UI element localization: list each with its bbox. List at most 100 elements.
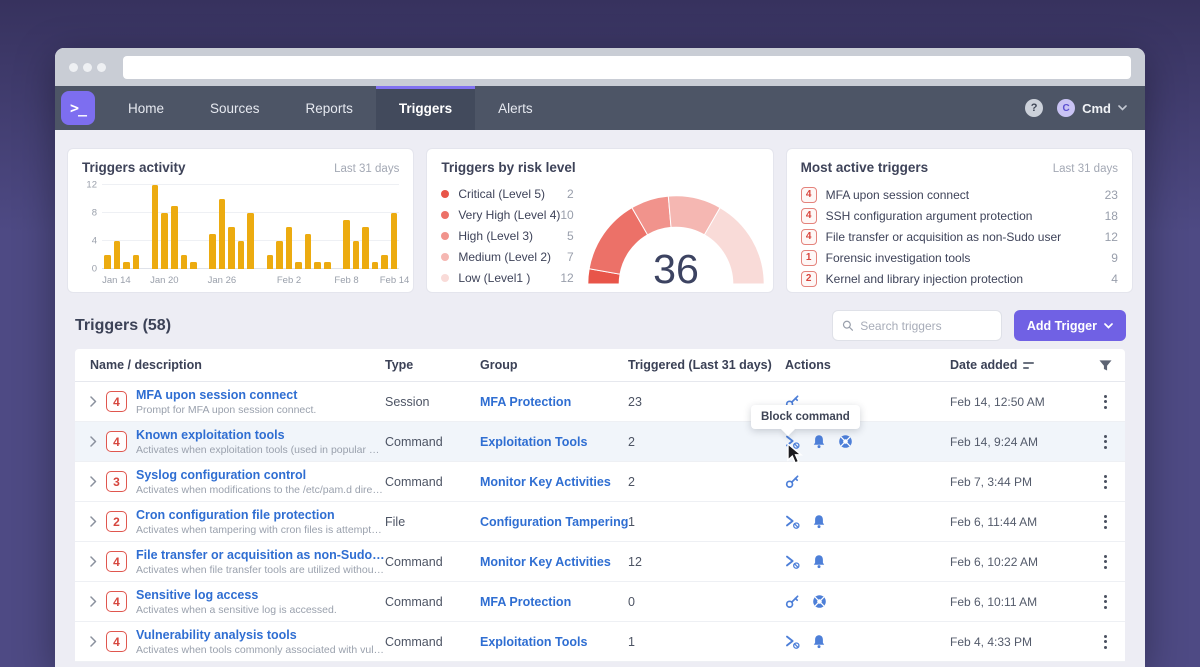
- row-menu-button[interactable]: [1098, 551, 1113, 573]
- search-input[interactable]: [860, 319, 992, 333]
- risk-level-badge: 4: [106, 631, 127, 652]
- row-menu-button[interactable]: [1098, 391, 1113, 413]
- window-control-icon[interactable]: [69, 63, 78, 72]
- nav-item-alerts[interactable]: Alerts: [475, 86, 556, 130]
- row-menu-button[interactable]: [1098, 471, 1113, 493]
- row-expand-chevron-icon[interactable]: [90, 556, 97, 567]
- trigger-name-link[interactable]: MFA upon session connect: [136, 388, 316, 402]
- row-menu-button[interactable]: [1098, 511, 1113, 533]
- nav-item-triggers[interactable]: Triggers: [376, 86, 475, 130]
- app-logo-terminal-icon[interactable]: >_: [61, 91, 95, 125]
- nav-item-reports[interactable]: Reports: [283, 86, 376, 130]
- table-row[interactable]: 4Known exploitation toolsActivates when …: [75, 422, 1125, 462]
- legend-count: 5: [567, 229, 578, 243]
- column-header-group[interactable]: Group: [480, 358, 628, 372]
- lifebuoy-icon[interactable]: [812, 594, 827, 609]
- trigger-group-link[interactable]: Exploitation Tools: [480, 635, 628, 649]
- actions-cell: [785, 514, 950, 529]
- row-expand-chevron-icon[interactable]: [90, 436, 97, 447]
- block-command-icon[interactable]: [785, 554, 800, 569]
- search-icon: [842, 319, 853, 332]
- column-header-date-added[interactable]: Date added: [950, 358, 1085, 372]
- add-trigger-button[interactable]: Add Trigger: [1014, 310, 1126, 341]
- trigger-description: Activates when file transfer tools are u…: [136, 564, 385, 576]
- column-header-triggered[interactable]: Triggered (Last 31 days): [628, 358, 785, 372]
- lifebuoy-icon[interactable]: [838, 434, 853, 449]
- table-row[interactable]: 4Sensitive log accessActivates when a se…: [75, 582, 1125, 622]
- browser-window: >_ HomeSourcesReportsTriggersAlerts ? C …: [55, 48, 1145, 667]
- bell-icon[interactable]: [812, 434, 826, 449]
- table-row[interactable]: 3Syslog configuration controlActivates w…: [75, 462, 1125, 502]
- window-control-icon[interactable]: [83, 63, 92, 72]
- bell-icon[interactable]: [812, 554, 826, 569]
- user-name: Cmd: [1082, 101, 1111, 116]
- trigger-group-link[interactable]: MFA Protection: [480, 395, 628, 409]
- help-icon[interactable]: ?: [1025, 99, 1043, 117]
- row-expand-chevron-icon[interactable]: [90, 396, 97, 407]
- trigger-type: Command: [385, 435, 480, 449]
- dashboard-panels: Triggers activity Last 31 days 04812 Jan…: [55, 148, 1145, 293]
- legend-dot-icon: [441, 232, 449, 240]
- trigger-group-link[interactable]: MFA Protection: [480, 595, 628, 609]
- row-expand-chevron-icon[interactable]: [90, 636, 97, 647]
- row-menu-button[interactable]: [1098, 631, 1113, 653]
- row-expand-chevron-icon[interactable]: [90, 516, 97, 527]
- sort-icon[interactable]: [1023, 362, 1034, 369]
- row-menu-button[interactable]: [1098, 591, 1113, 613]
- table-row[interactable]: 4File transfer or acquisition as non-Sud…: [75, 542, 1125, 582]
- nav-item-home[interactable]: Home: [105, 86, 187, 130]
- most-active-item[interactable]: 1Forensic investigation tools9: [801, 247, 1118, 268]
- date-added: Feb 6, 11:44 AM: [950, 515, 1085, 529]
- bar: [181, 255, 188, 269]
- trigger-name-link[interactable]: File transfer or acquisition as non-Sudo…: [136, 548, 385, 562]
- user-menu[interactable]: C Cmd: [1057, 99, 1127, 117]
- table-row[interactable]: 4MFA upon session connectPrompt for MFA …: [75, 382, 1125, 422]
- actions-cell: [785, 474, 950, 489]
- window-control-icon[interactable]: [97, 63, 106, 72]
- trigger-name-link[interactable]: Known exploitation tools: [136, 428, 385, 442]
- block-command-icon[interactable]: [785, 514, 800, 529]
- chart-plot-area: [102, 185, 399, 269]
- row-expand-chevron-icon[interactable]: [90, 596, 97, 607]
- x-tick-label: Jan 26: [208, 275, 237, 286]
- avatar: C: [1057, 99, 1075, 117]
- most-active-item[interactable]: 4SSH configuration argument protection18: [801, 205, 1118, 226]
- most-active-item[interactable]: 4MFA upon session connect23: [801, 184, 1118, 205]
- most-active-item[interactable]: 4File transfer or acquisition as non-Sud…: [801, 226, 1118, 247]
- x-tick-label: Feb 8: [334, 275, 358, 286]
- bar: [267, 255, 274, 269]
- bar: [209, 234, 216, 269]
- key-icon[interactable]: [785, 594, 800, 609]
- table-row[interactable]: 2Cron configuration file protectionActiv…: [75, 502, 1125, 542]
- most-active-item[interactable]: 2Kernel and library injection protection…: [801, 268, 1118, 289]
- search-box[interactable]: [832, 310, 1002, 341]
- triggered-count: 2: [628, 435, 785, 449]
- column-header-type[interactable]: Type: [385, 358, 480, 372]
- bell-icon[interactable]: [812, 634, 826, 649]
- panel-title: Triggers by risk level: [441, 160, 575, 175]
- bar: [219, 199, 226, 269]
- panel-period: Last 31 days: [1053, 163, 1118, 175]
- url-bar[interactable]: [123, 56, 1131, 79]
- key-icon[interactable]: [785, 474, 800, 489]
- trigger-group-link[interactable]: Exploitation Tools: [480, 435, 628, 449]
- filter-button[interactable]: [1085, 359, 1125, 372]
- column-header-name[interactable]: Name / description: [75, 358, 385, 372]
- row-expand-chevron-icon[interactable]: [90, 476, 97, 487]
- activity-bar-chart: 04812 Jan 14Jan 20Jan 26Feb 2Feb 8Feb 14: [82, 185, 399, 289]
- trigger-name-link[interactable]: Cron configuration file protection: [136, 508, 385, 522]
- trigger-group-link[interactable]: Monitor Key Activities: [480, 475, 628, 489]
- row-menu-button[interactable]: [1098, 431, 1113, 453]
- block-command-icon[interactable]: [785, 634, 800, 649]
- legend-dot-icon: [441, 274, 449, 282]
- nav-item-sources[interactable]: Sources: [187, 86, 283, 130]
- trigger-group-link[interactable]: Monitor Key Activities: [480, 555, 628, 569]
- date-added: Feb 7, 3:44 PM: [950, 475, 1085, 489]
- bell-icon[interactable]: [812, 514, 826, 529]
- bar: [381, 255, 388, 269]
- table-row[interactable]: 4Vulnerability analysis toolsActivates w…: [75, 622, 1125, 662]
- trigger-name-link[interactable]: Syslog configuration control: [136, 468, 385, 482]
- trigger-name-link[interactable]: Sensitive log access: [136, 588, 337, 602]
- trigger-group-link[interactable]: Configuration Tampering: [480, 515, 628, 529]
- trigger-name-link[interactable]: Vulnerability analysis tools: [136, 628, 385, 642]
